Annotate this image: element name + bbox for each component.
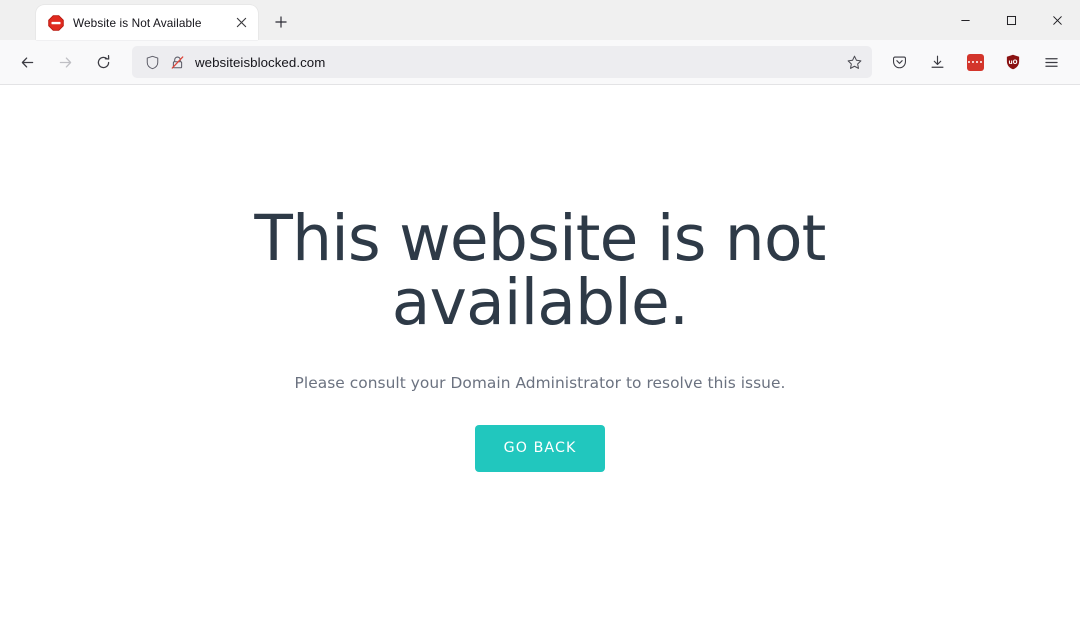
insecure-padlock-crossed-icon[interactable] [167, 52, 187, 72]
forward-arrow-icon [49, 46, 81, 78]
ublock-origin-extension-icon[interactable]: uO [997, 46, 1029, 78]
maximize-button[interactable] [988, 0, 1034, 40]
url-text[interactable]: websiteisblocked.com [192, 55, 840, 70]
page-content: This website is not available. Please co… [0, 85, 1080, 626]
tracking-protection-shield-icon[interactable] [142, 52, 162, 72]
password-dots-glyph [966, 53, 984, 71]
page-subtitle: Please consult your Domain Administrator… [294, 373, 786, 392]
back-arrow-icon[interactable] [11, 46, 43, 78]
reload-icon[interactable] [87, 46, 119, 78]
browser-window: Website is Not Available websiteisblocke… [0, 0, 1080, 626]
tab-close-icon[interactable] [230, 12, 252, 34]
navigation-toolbar: websiteisblocked.com uO [0, 40, 1080, 85]
address-bar[interactable]: websiteisblocked.com [132, 46, 872, 78]
tab-strip: Website is Not Available [0, 0, 1080, 40]
page-title: This website is not available. [254, 202, 826, 340]
window-controls [942, 0, 1080, 40]
blocked-sign-icon [48, 14, 64, 31]
tab-title: Website is Not Available [73, 15, 202, 30]
password-manager-extension-icon[interactable] [959, 46, 991, 78]
downloads-icon[interactable] [921, 46, 953, 78]
browser-tab-active[interactable]: Website is Not Available [36, 5, 258, 40]
bookmark-star-icon[interactable] [840, 48, 868, 76]
pocket-save-icon[interactable] [883, 46, 915, 78]
go-back-button[interactable]: GO BACK [475, 424, 605, 472]
new-tab-button[interactable] [266, 7, 296, 37]
close-button[interactable] [1034, 0, 1080, 40]
minimize-button[interactable] [942, 0, 988, 40]
svg-text:uO: uO [1009, 60, 1018, 66]
application-menu-icon[interactable] [1035, 46, 1067, 78]
